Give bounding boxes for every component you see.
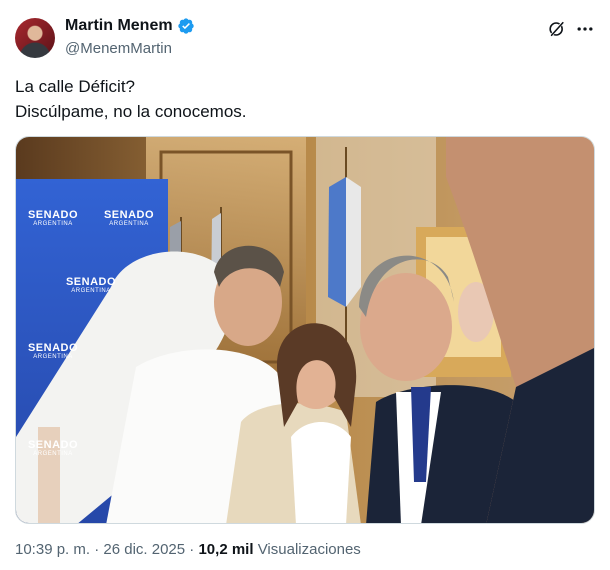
banner-logo-subtext: ARGENTINA (71, 288, 111, 294)
grok-icon[interactable] (547, 19, 567, 39)
tweet-time[interactable]: 10:39 p. m. (15, 541, 90, 558)
banner-logo-text: SENADO (103, 209, 155, 221)
tweet-photo[interactable]: SENADO ARGENTINA SENADO ARGENTINA SENADO… (15, 136, 595, 524)
banner-logo-text: SENADO (65, 276, 117, 288)
tweet-date[interactable]: 26 dic. 2025 (103, 541, 185, 558)
senado-banner: SENADO ARGENTINA SENADO ARGENTINA SENADO… (16, 179, 168, 523)
tweet-header: Martin Menem @MenemMartin (15, 15, 595, 61)
avatar[interactable] (15, 18, 55, 58)
tweet-meta: 10:39 p. m. · 26 dic. 2025 · 10,2 mil Vi… (15, 541, 361, 558)
banner-logo-subtext: ARGENTINA (109, 221, 149, 227)
banner-logo-subtext: ARGENTINA (33, 354, 73, 360)
author-handle[interactable]: @MenemMartin (65, 40, 172, 57)
banner-logo-text: SENADO (27, 209, 79, 221)
banner-logo-text: SENADO (27, 439, 79, 451)
author-name-row: Martin Menem (65, 17, 195, 35)
meta-separator: · (189, 541, 195, 558)
meta-separator: · (94, 541, 100, 558)
more-options-icon[interactable] (575, 19, 595, 39)
banner-logo-subtext: ARGENTINA (33, 451, 73, 457)
banner-logo-subtext: ARGENTINA (33, 221, 73, 227)
banner-logo-text: SENADO (27, 342, 79, 354)
tweet-text-line-1: La calle Déficit? (15, 77, 136, 96)
verified-badge-icon (177, 18, 194, 34)
tweet-text-line-2: Discúlpame, no la conocemos. (15, 102, 247, 121)
author-display-name[interactable]: Martin Menem (65, 17, 173, 35)
views-count: 10,2 mil (198, 541, 254, 558)
views-label: Visualizaciones (257, 541, 361, 558)
tweet-text: La calle Déficit? Discúlpame, no la cono… (15, 74, 595, 124)
